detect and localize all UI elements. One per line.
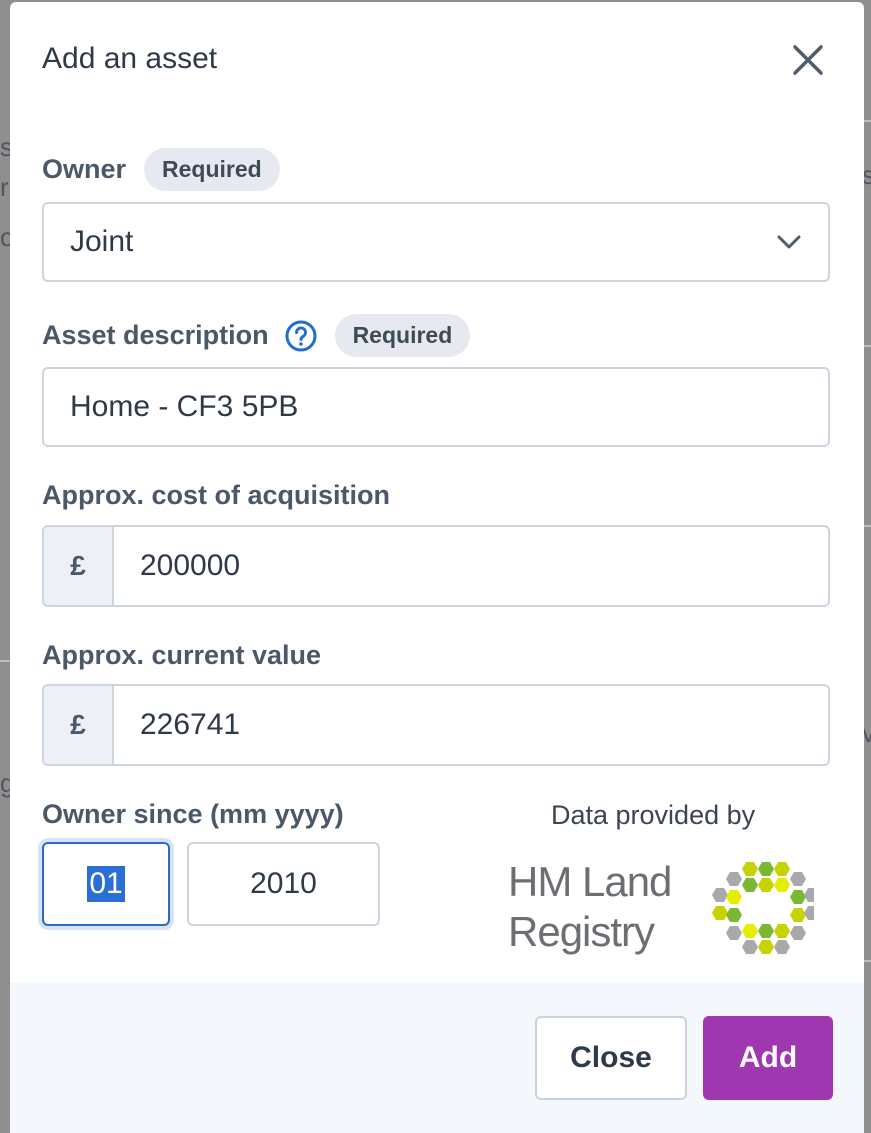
background-divider — [864, 120, 871, 122]
wordmark-line2: Registry — [508, 908, 655, 955]
add-asset-modal: Add an asset Owner Required Joint Asset … — [10, 2, 864, 1133]
close-button[interactable]: Close — [535, 1016, 687, 1100]
background-divider — [0, 660, 10, 662]
background-divider — [864, 960, 871, 962]
question-circle-icon[interactable] — [285, 320, 317, 352]
asset-description-input[interactable]: Home - CF3 5PB — [42, 367, 830, 447]
data-provided-by-caption: Data provided by — [551, 800, 756, 830]
owner-since-year-input[interactable]: 2010 — [187, 842, 380, 926]
required-badge: Required — [144, 148, 280, 191]
required-badge: Required — [334, 314, 471, 357]
asset-description-value: Home - CF3 5PB — [70, 390, 299, 423]
asset-description-label-row: Asset description Required — [42, 314, 471, 357]
wordmark-line1: HM Land — [508, 858, 672, 905]
acquisition-cost-input[interactable]: 200000 — [114, 527, 828, 605]
background-text-fragment: r — [0, 172, 9, 202]
owner-since-label: Owner since (mm yyyy) — [42, 799, 344, 829]
currency-prefix: £ — [44, 527, 114, 605]
current-value-label: Approx. current value — [42, 640, 322, 670]
current-value-field[interactable]: £ 226741 — [42, 684, 830, 766]
asset-description-label: Asset description — [42, 320, 269, 350]
add-button[interactable]: Add — [703, 1016, 833, 1100]
modal-title: Add an asset — [42, 42, 218, 75]
owner-since-month-value: 01 — [87, 866, 125, 902]
owner-selected-value: Joint — [70, 225, 134, 258]
owner-since-year-value: 2010 — [250, 867, 317, 900]
acquisition-cost-field[interactable]: £ 200000 — [42, 525, 830, 607]
owner-label: Owner — [42, 154, 127, 184]
currency-prefix: £ — [44, 686, 114, 764]
owner-select[interactable]: Joint — [42, 202, 830, 282]
background-divider — [864, 525, 871, 527]
chevron-down-icon — [777, 235, 801, 249]
hm-land-registry-wordmark: HM Land Registry — [508, 857, 672, 957]
background-divider — [864, 345, 871, 347]
current-value-input[interactable]: 226741 — [114, 686, 828, 764]
owner-label-row: Owner Required — [42, 148, 280, 191]
owner-since-month-input[interactable]: 01 — [42, 842, 170, 926]
acquisition-cost-label: Approx. cost of acquisition — [42, 480, 391, 510]
close-icon[interactable] — [788, 40, 828, 80]
hm-land-registry-logo — [712, 862, 814, 954]
